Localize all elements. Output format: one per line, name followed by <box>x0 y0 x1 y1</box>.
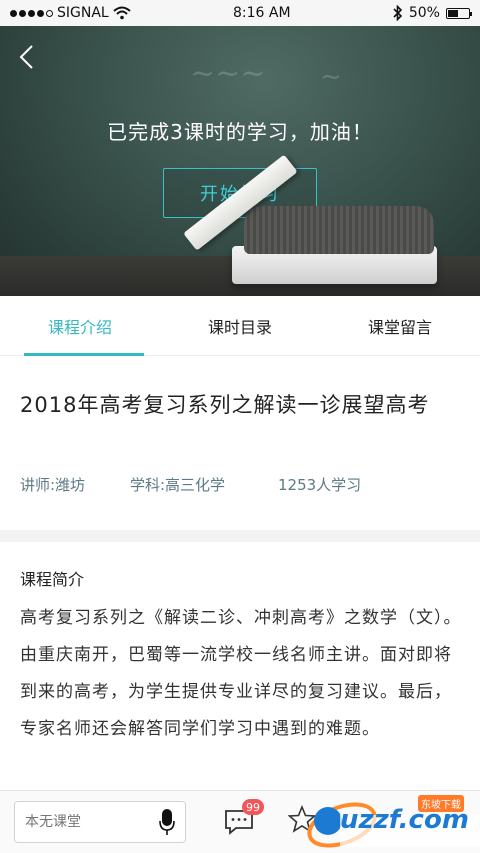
carrier-label: SIGNAL <box>57 5 109 21</box>
section-divider <box>0 530 480 542</box>
course-title: 2018年高考复习系列之解读一诊展望高考 <box>20 393 430 417</box>
back-arrow-icon[interactable] <box>12 42 42 72</box>
tab-lesson-catalog[interactable]: 课时目录 <box>160 296 320 355</box>
microphone-icon[interactable] <box>159 807 175 837</box>
chalk-writing-decoration-2: ~ <box>320 62 342 92</box>
intro-heading: 课程简介 <box>20 570 85 589</box>
intro-text: 高考复习系列之《解读二诊、冲刺高考》之数学（文）。由重庆南开，巴蜀等一流学校一线… <box>20 608 462 739</box>
comment-input-box[interactable] <box>14 801 186 843</box>
learner-count: 1253人学习 <box>278 476 362 494</box>
watermark-tag: 东坡下载 <box>418 795 464 812</box>
chalk-writing-decoration: ~~~ <box>190 56 266 91</box>
course-meta: 讲师:潍坊 学科:高三化学 1253人学习 <box>20 474 361 495</box>
wifi-icon <box>113 6 131 20</box>
status-time: 8:16 AM <box>233 5 291 21</box>
status-bar: SIGNAL 8:16 AM 50% <box>0 0 480 26</box>
subject-label: 学科:高三化学 <box>130 476 226 494</box>
hero-banner: ~~~ ~ 已完成3课时的学习，加油！ 开始学习 <box>0 26 480 296</box>
battery-percent: 50% <box>408 5 440 21</box>
comment-input[interactable] <box>25 814 159 830</box>
signal-strength-icon <box>10 9 53 17</box>
status-left: SIGNAL <box>10 5 131 21</box>
eraser-felt-image <box>244 206 434 254</box>
bottom-bar: 99 uzzf.com 东坡下载 <box>0 790 480 853</box>
progress-message: 已完成3课时的学习，加油！ <box>107 120 373 144</box>
status-right: 50% <box>393 5 472 21</box>
battery-icon <box>445 7 472 19</box>
tab-class-messages[interactable]: 课堂留言 <box>320 296 480 355</box>
tab-course-intro[interactable]: 课程介绍 <box>0 296 160 356</box>
message-count-badge: 99 <box>242 799 264 815</box>
tab-bar: 课程介绍 课时目录 课堂留言 <box>0 296 480 356</box>
teacher-label: 讲师:潍坊 <box>20 476 86 494</box>
bluetooth-icon <box>393 5 402 21</box>
